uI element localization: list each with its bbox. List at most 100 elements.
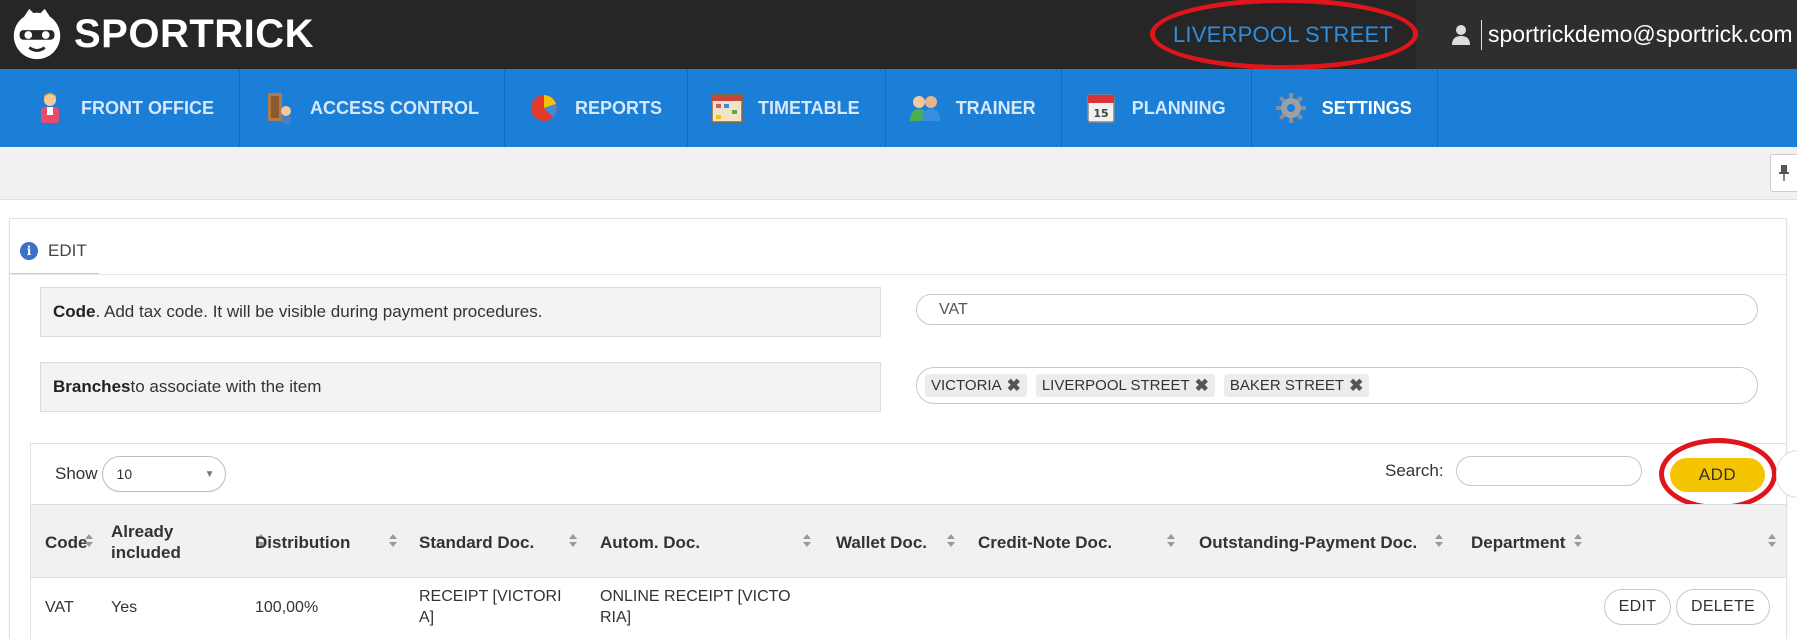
calendar-icon: 15 — [1086, 94, 1115, 123]
search-label: Search: — [1385, 461, 1444, 480]
logo[interactable]: SPORTRICK — [8, 2, 314, 66]
cell-distribution: 100,00% — [255, 598, 319, 616]
sort-icon[interactable] — [568, 533, 578, 549]
sort-icon[interactable] — [84, 533, 94, 549]
column-header-department[interactable]: Department — [1471, 505, 1581, 579]
cell-autom-doc: ONLINE RECEIPT [VICTO RIA] — [600, 588, 791, 626]
page-length-select[interactable]: 10 ▼ — [101, 456, 226, 492]
sort-icon[interactable] — [1166, 533, 1176, 549]
nav-item-settings[interactable]: SETTINGS — [1252, 69, 1438, 156]
trainer-icon — [909, 96, 940, 121]
cell-credit-note-doc — [978, 578, 1148, 636]
delete-button-label: DELETE — [1690, 598, 1756, 615]
column-header-standard-doc[interactable]: Standard Doc. — [419, 505, 569, 579]
branch-tag: BAKER STREET ✖ — [1223, 374, 1370, 397]
branch-tag-label: LIVERPOOL STREET — [1041, 377, 1190, 394]
cell-already-included: Yes — [111, 598, 138, 616]
table-row: VAT Yes 100,00% RECEIPT [VICTORI A] ONLI… — [31, 578, 1786, 636]
branches-label-rest: to associate with the item — [130, 377, 322, 396]
user-email: sportrickdemo@sportrick.com — [1488, 21, 1793, 47]
top-bar: SPORTRICK LIVERPOOL STREET sportrickdemo… — [0, 0, 1797, 69]
tax-table: Show 10 ▼ Search: ADD Code Already inclu… — [30, 438, 1797, 639]
side-handle[interactable] — [1776, 450, 1797, 498]
user-separator — [1481, 19, 1482, 50]
branches-label-bold: Branches — [53, 377, 131, 396]
timetable-icon — [711, 94, 743, 123]
tab-label: EDIT — [48, 241, 87, 260]
edit-button[interactable]: EDIT — [1604, 589, 1671, 625]
turnstile-icon — [268, 93, 291, 124]
branch-tag: LIVERPOOL STREET ✖ — [1035, 374, 1215, 397]
nav-item-timetable[interactable]: TIMETABLE — [688, 69, 886, 147]
add-button[interactable]: ADD — [1670, 458, 1765, 492]
tab-edit[interactable]: i EDIT — [10, 229, 99, 275]
branch-tag: VICTORIA ✖ — [925, 374, 1027, 397]
sort-icon[interactable] — [946, 533, 956, 549]
tab-divider — [10, 274, 1786, 275]
column-header-credit-note-doc[interactable]: Credit-Note Doc. — [978, 505, 1148, 579]
user-menu[interactable]: sportrickdemo@sportrick.com — [1416, 0, 1797, 69]
remove-tag-icon[interactable]: ✖ — [1007, 377, 1021, 394]
cell-wallet-doc — [836, 578, 966, 636]
code-label-rest: . Add tax code. It will be visible durin… — [95, 302, 543, 321]
column-header-autom-doc[interactable]: Autom. Doc. — [600, 505, 750, 579]
column-header-distribution[interactable]: Distribution — [255, 505, 365, 579]
edit-button-label: EDIT — [1618, 598, 1657, 615]
sort-icon[interactable] — [1573, 533, 1583, 549]
nav-item-planning[interactable]: 15 PLANNING — [1062, 69, 1252, 147]
column-header-outstanding-payment-doc[interactable]: Outstanding-Payment Doc. — [1199, 505, 1439, 579]
sort-icon[interactable] — [1434, 533, 1444, 549]
cell-standard-doc: RECEIPT [VICTORI A] — [419, 588, 562, 626]
column-label: Already included — [111, 522, 181, 562]
edit-panel: i EDIT Code. Add tax code. It will be vi… — [9, 218, 1797, 639]
code-input[interactable]: VAT — [916, 294, 1758, 325]
branches-tags-input[interactable]: VICTORIA ✖ LIVERPOOL STREET ✖ BAKER STRE… — [916, 367, 1758, 404]
column-label: Code — [45, 532, 88, 552]
nav-label: REPORTS — [575, 97, 663, 118]
branches-field-label: Branches to associate with the item — [40, 362, 881, 412]
pie-chart-icon — [531, 95, 558, 121]
sort-icon[interactable] — [1767, 533, 1777, 549]
column-label: Department — [1471, 532, 1566, 552]
column-label: Outstanding-Payment Doc. — [1199, 532, 1418, 552]
sub-toolbar — [0, 147, 1797, 200]
search-input[interactable] — [1455, 456, 1642, 486]
column-header-already-included[interactable]: Already included — [111, 505, 221, 579]
remove-tag-icon[interactable]: ✖ — [1349, 377, 1363, 394]
pin-icon[interactable] — [1770, 154, 1797, 192]
nav-label: SETTINGS — [1321, 97, 1412, 118]
table-header: Code Already included Distribution Stand… — [31, 504, 1786, 578]
add-button-label: ADD — [1698, 465, 1737, 484]
show-label: Show — [55, 464, 98, 483]
column-label: Distribution — [255, 532, 351, 552]
gear-icon — [1275, 93, 1306, 123]
nav-item-front-office[interactable]: FRONT OFFICE — [11, 69, 240, 147]
delete-button[interactable]: DELETE — [1676, 589, 1770, 625]
nav-label: ACCESS CONTROL — [310, 97, 480, 118]
column-label: Autom. Doc. — [600, 532, 701, 552]
receptionist-icon — [41, 93, 59, 123]
sportrick-logo-icon — [13, 8, 61, 60]
nav-item-access-control[interactable]: ACCESS CONTROL — [240, 69, 506, 147]
remove-tag-icon[interactable]: ✖ — [1195, 377, 1209, 394]
cell-code: VAT — [45, 598, 74, 616]
table-search: Search: — [1385, 456, 1642, 486]
column-label: Wallet Doc. — [836, 532, 927, 552]
logo-text: SPORTRICK — [74, 11, 315, 56]
column-label: Credit-Note Doc. — [978, 532, 1113, 552]
nav-label: TIMETABLE — [758, 97, 860, 118]
nav-item-trainer[interactable]: TRAINER — [886, 69, 1062, 147]
current-branch[interactable]: LIVERPOOL STREET — [1150, 0, 1416, 69]
nav-item-reports[interactable]: REPORTS — [505, 69, 689, 147]
sort-icon[interactable] — [802, 533, 812, 549]
page-length-control: Show 10 ▼ — [55, 456, 226, 492]
info-icon: i — [20, 242, 38, 260]
sort-icon[interactable] — [388, 533, 398, 549]
branch-tag-label: VICTORIA — [931, 377, 1002, 394]
code-input-value: VAT — [939, 300, 968, 318]
svg-text:15: 15 — [1093, 107, 1108, 120]
page-length-value: 10 — [116, 466, 133, 482]
code-label-bold: Code — [53, 302, 96, 321]
branch-tag-label: BAKER STREET — [1229, 377, 1345, 394]
chevron-down-icon: ▼ — [204, 469, 215, 480]
